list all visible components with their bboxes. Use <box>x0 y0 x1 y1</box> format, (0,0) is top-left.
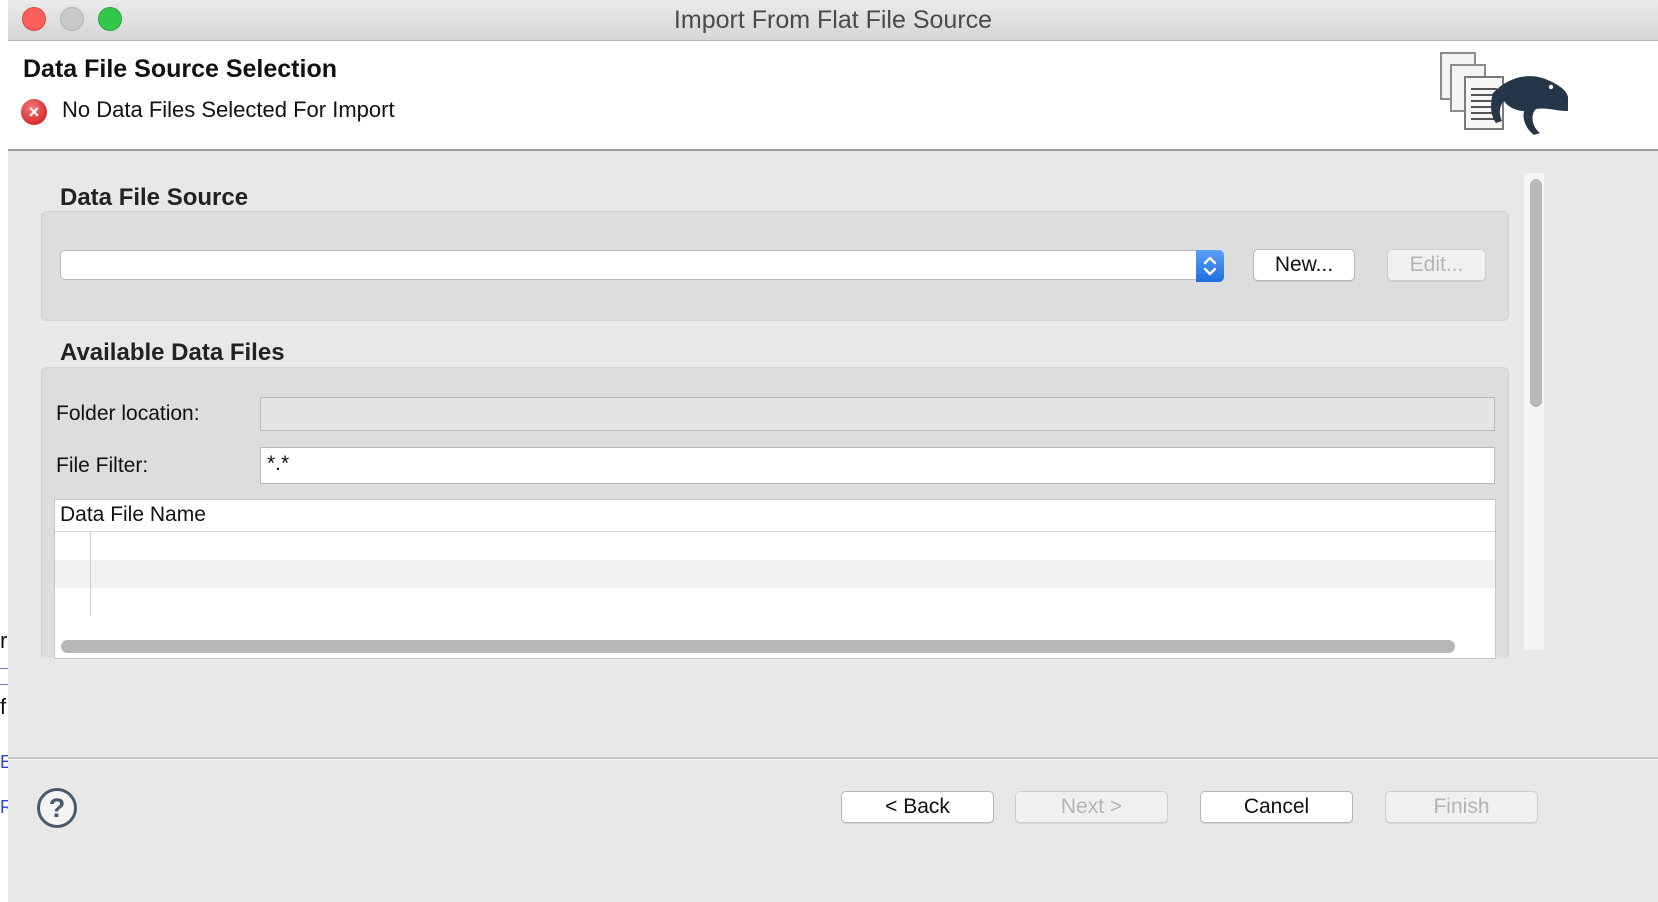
vertical-scrollbar-thumb[interactable] <box>1530 179 1542 407</box>
next-button[interactable]: Next > <box>1015 791 1168 823</box>
background-text-fragment: f <box>0 694 7 719</box>
title-bar[interactable]: Import From Flat File Source <box>8 0 1658 41</box>
wizard-header: Data File Source Selection × No Data Fil… <box>8 41 1658 151</box>
page-title: Data File Source Selection <box>23 55 337 83</box>
data-file-source-group: New... Edit... <box>41 211 1509 321</box>
import-dialog: Import From Flat File Source Data File S… <box>8 0 1658 902</box>
edit-source-button[interactable]: Edit... <box>1387 249 1486 281</box>
folder-location-field <box>260 397 1495 431</box>
documents-lizard-icon <box>1440 52 1568 135</box>
combo-arrow-button[interactable] <box>1196 250 1224 282</box>
data-files-table[interactable]: Data File Name <box>54 499 1496 659</box>
background-divider <box>0 684 8 685</box>
finish-button[interactable]: Finish <box>1385 791 1538 823</box>
file-filter-input[interactable]: *.* <box>260 447 1495 484</box>
row-divider <box>90 588 91 616</box>
data-file-source-combo[interactable] <box>60 250 1224 282</box>
available-data-files-heading: Available Data Files <box>60 339 285 366</box>
window-title: Import From Flat File Source <box>673 6 993 34</box>
error-message: No Data Files Selected For Import <box>62 97 395 122</box>
table-row[interactable] <box>55 560 1495 588</box>
data-file-source-heading: Data File Source <box>60 184 249 211</box>
chevron-up-down-icon <box>1203 256 1217 276</box>
folder-location-label: Folder location: <box>56 402 200 425</box>
horizontal-scrollbar[interactable] <box>61 640 1455 653</box>
row-divider <box>90 532 91 560</box>
file-filter-label: File Filter: <box>56 454 149 477</box>
table-row[interactable] <box>55 532 1495 560</box>
wizard-content: Data File Source New... Edit... Availabl… <box>8 151 1658 756</box>
help-icon[interactable]: ? <box>37 788 77 828</box>
footer-divider <box>8 757 1658 760</box>
background-text-fragment: r <box>0 628 8 653</box>
error-icon: × <box>21 99 47 125</box>
row-divider <box>90 560 91 588</box>
new-source-button[interactable]: New... <box>1253 249 1355 281</box>
back-button[interactable]: < Back <box>841 791 994 823</box>
cancel-button[interactable]: Cancel <box>1200 791 1353 823</box>
column-header-data-file-name[interactable]: Data File Name <box>55 500 1495 532</box>
background-divider <box>0 668 8 669</box>
table-row[interactable] <box>55 588 1495 616</box>
